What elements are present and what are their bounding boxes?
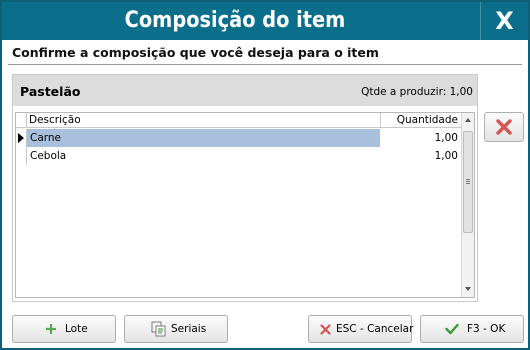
cancel-x-icon bbox=[320, 324, 331, 335]
delete-item-button[interactable] bbox=[484, 112, 524, 142]
scroll-up-icon[interactable] bbox=[465, 118, 471, 122]
composition-dialog: Composição do item X Confirme a composiç… bbox=[0, 0, 530, 350]
composition-panel: Pastelão Qtde a produzir: 1,00 Descrição… bbox=[12, 74, 478, 302]
grid-header: Descrição Quantidade bbox=[16, 113, 462, 128]
seriais-button[interactable]: Seriais bbox=[124, 315, 228, 343]
cancel-button-label: ESC - Cancelar bbox=[336, 323, 414, 335]
panel-header: Pastelão Qtde a produzir: 1,00 bbox=[13, 75, 477, 106]
table-row[interactable]: Cebola 1,00 bbox=[16, 147, 462, 165]
vertical-scrollbar[interactable] bbox=[461, 113, 474, 297]
column-header-quantidade[interactable]: Quantidade bbox=[380, 113, 462, 128]
serial-copy-icon bbox=[151, 321, 166, 337]
seriais-button-label: Seriais bbox=[171, 323, 207, 335]
ok-button[interactable]: F3 - OK bbox=[420, 315, 524, 343]
cancel-button[interactable]: ESC - Cancelar bbox=[308, 315, 414, 343]
close-button[interactable]: X bbox=[480, 2, 528, 40]
grip-line bbox=[466, 181, 470, 182]
grip-line bbox=[466, 179, 470, 180]
cell-quantidade[interactable]: 1,00 bbox=[380, 129, 462, 147]
lote-button[interactable]: Lote bbox=[12, 315, 116, 343]
divider bbox=[8, 64, 522, 65]
table-row[interactable]: Carne 1,00 bbox=[16, 129, 462, 147]
composition-grid[interactable]: Descrição Quantidade Carne 1,00 Cebola 1… bbox=[15, 112, 475, 298]
column-header-descricao[interactable]: Descrição bbox=[29, 114, 81, 126]
current-row-arrow-icon bbox=[18, 133, 24, 143]
dialog-title: Composição do item bbox=[124, 8, 346, 33]
cell-descricao[interactable]: Carne bbox=[27, 129, 380, 147]
close-icon: X bbox=[495, 7, 514, 35]
qty-to-produce: Qtde a produzir: 1,00 bbox=[361, 86, 473, 98]
instruction-text: Confirme a composição que você deseja pa… bbox=[12, 45, 379, 60]
lote-button-label: Lote bbox=[65, 323, 88, 335]
column-header-quantidade-label: Quantidade bbox=[396, 114, 458, 126]
ok-button-label: F3 - OK bbox=[467, 323, 506, 335]
checkmark-icon bbox=[445, 323, 459, 335]
header-indicator-border bbox=[26, 113, 27, 128]
grip-line bbox=[466, 183, 470, 184]
row-indicator bbox=[16, 129, 27, 147]
cell-quantidade[interactable]: 1,00 bbox=[380, 147, 462, 165]
item-name: Pastelão bbox=[20, 84, 81, 99]
title-bar: Composição do item X bbox=[2, 2, 528, 40]
scroll-thumb[interactable] bbox=[463, 131, 473, 233]
scroll-down-icon[interactable] bbox=[465, 287, 471, 291]
row-indicator bbox=[16, 147, 27, 165]
plus-icon bbox=[46, 324, 56, 334]
delete-icon bbox=[496, 119, 512, 135]
cell-descricao[interactable]: Cebola bbox=[27, 147, 380, 165]
